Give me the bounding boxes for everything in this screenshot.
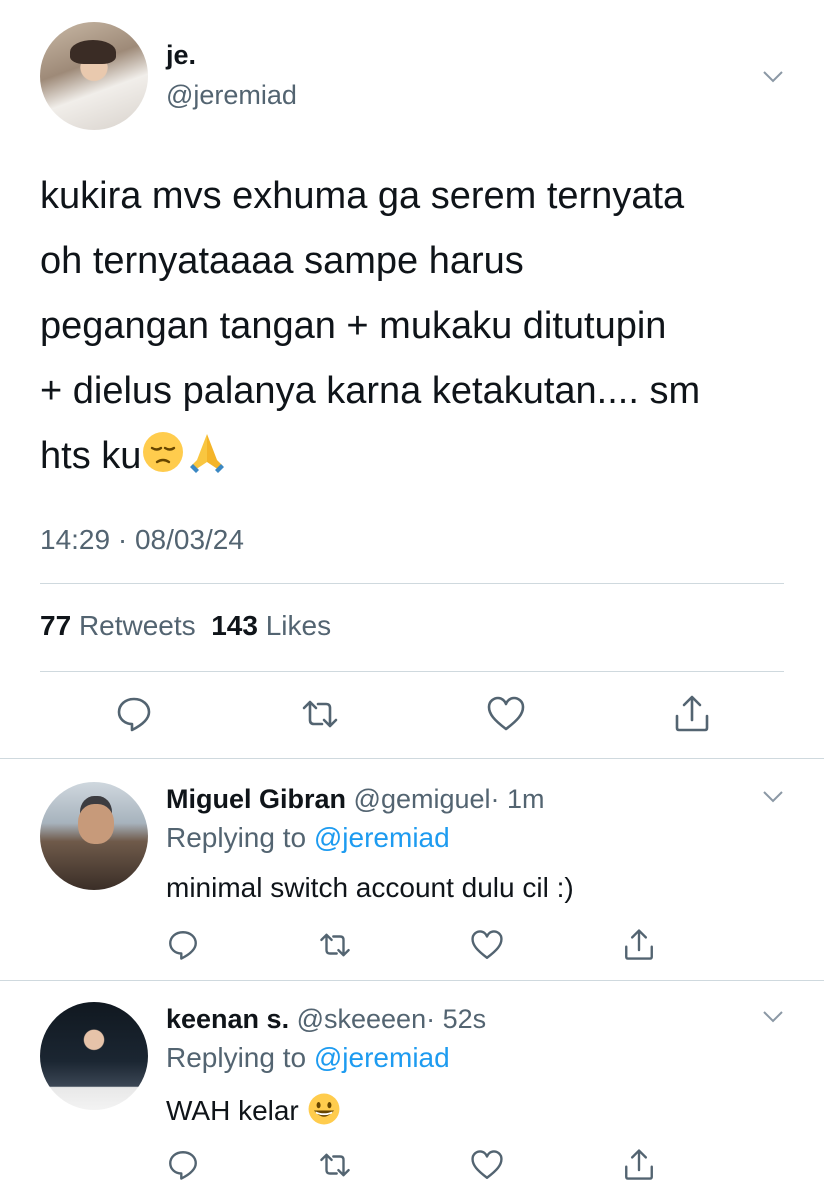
reply-author-handle[interactable]: @gemiguel [354,784,491,814]
comment-icon [117,697,151,732]
grinning-face-icon [308,1093,340,1125]
reply-button[interactable] [166,1148,200,1182]
like-button[interactable] [470,928,504,962]
chevron-down-icon[interactable] [762,790,784,804]
author-avatar[interactable] [40,22,148,130]
reply-author-name[interactable]: keenan s. [166,1004,289,1034]
share-icon [675,695,709,732]
replying-to: Replying to @jeremiad [166,822,450,854]
comment-icon [169,1151,197,1180]
reply-time: · 1m [490,784,545,814]
like-button[interactable] [470,1148,504,1182]
reply-header: Miguel Gibran @gemiguel· 1m [166,784,545,815]
likes-count[interactable]: 143 [211,610,258,641]
author-name[interactable]: je. [166,40,196,71]
reply-text-container: WAH kelar [166,1092,341,1127]
tweet-timestamp: 14:29 · 08/03/24 [40,524,244,555]
reply-avatar[interactable] [40,1002,148,1110]
reply-button[interactable] [114,694,154,734]
heart-icon [471,1150,503,1179]
reply-button[interactable] [166,928,200,962]
tweet-text: kukira mvs exhuma ga serem ternyata oh t… [40,164,800,489]
comment-icon [169,931,197,960]
share-button[interactable] [622,1148,656,1182]
tweet-body: kukira mvs exhuma ga serem ternyata oh t… [40,175,701,477]
author-handle[interactable]: @jeremiad [166,80,297,111]
retweet-button[interactable] [300,694,340,734]
folded-hands-icon [190,434,225,473]
replying-mention[interactable]: @jeremiad [314,1042,450,1073]
share-icon [625,1149,653,1180]
retweets-count[interactable]: 77 [40,610,71,641]
share-button[interactable] [672,694,712,734]
reply-time: · 52s [426,1004,487,1034]
divider [0,980,824,981]
retweet-button[interactable] [318,1148,352,1182]
engagement-stats: 77 Retweets 143 Likes [40,610,331,642]
divider [0,758,824,759]
like-button[interactable] [486,694,526,734]
retweet-icon [320,933,350,957]
replying-to: Replying to @jeremiad [166,1042,450,1074]
replying-prefix: Replying to [166,1042,307,1073]
divider [40,671,784,672]
pensive-face-icon [143,432,184,472]
retweets-label[interactable]: Retweets [79,610,196,641]
reply-author-name[interactable]: Miguel Gibran [166,784,346,814]
likes-label[interactable]: Likes [266,610,331,641]
chevron-down-icon[interactable] [762,70,784,84]
reply-author-handle[interactable]: @skeeeen [297,1004,427,1034]
replying-prefix: Replying to [166,822,307,853]
chevron-down-icon[interactable] [762,1010,784,1024]
reply-avatar[interactable] [40,782,148,890]
share-icon [625,929,653,960]
reply-text: minimal switch account dulu cil :) [166,872,574,903]
retweet-icon [320,1153,350,1177]
replying-mention[interactable]: @jeremiad [314,822,450,853]
share-button[interactable] [622,928,656,962]
retweet-button[interactable] [318,928,352,962]
reply-header: keenan s. @skeeeen· 52s [166,1004,486,1035]
reply-text: WAH kelar [166,1095,299,1126]
heart-icon [471,930,503,959]
retweet-icon [302,700,338,728]
heart-icon [487,696,525,731]
divider [40,583,784,584]
